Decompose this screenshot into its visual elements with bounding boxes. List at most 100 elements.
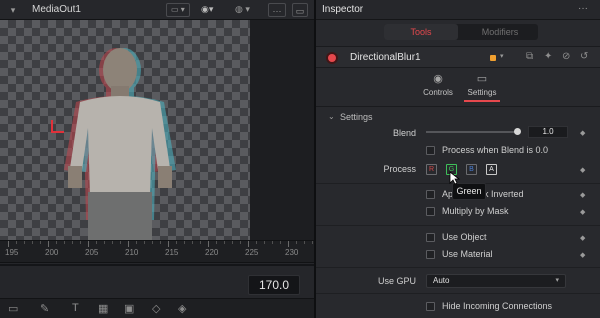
ruler-minor-tick [256, 241, 257, 244]
chevron-down-icon: ▾ [555, 277, 559, 284]
ruler-tick [168, 241, 169, 247]
ruler-minor-tick [280, 241, 281, 244]
blend-label: Blend [392, 128, 416, 138]
pin-icon[interactable]: ✦ [544, 51, 552, 62]
multiply-by-mask-checkbox[interactable] [426, 207, 435, 216]
ruler-tick [248, 241, 249, 247]
section-header-settings[interactable]: Settings [340, 112, 373, 122]
apply-mask-inverted-checkbox[interactable] [426, 190, 435, 199]
viewer-canvas[interactable] [0, 20, 250, 240]
tab-modifiers[interactable]: Modifiers [462, 24, 538, 40]
process-when-blend-checkbox[interactable] [426, 146, 435, 155]
controls-icon: ◉ [433, 73, 443, 85]
roi-dropdown[interactable]: ▭ ▾ [166, 3, 190, 17]
person-image [51, 48, 176, 240]
color-dropdown[interactable]: ◍ ▾ [232, 3, 258, 17]
ruler-minor-tick [144, 241, 145, 244]
node-color-swatch[interactable] [490, 55, 496, 61]
active-tab-indicator [464, 100, 500, 102]
more-options-icon[interactable]: ··· [268, 3, 286, 17]
lock-icon[interactable]: ⊘ [562, 51, 570, 62]
ruler-minor-tick [272, 241, 273, 244]
tooltip: Green [452, 183, 486, 200]
ruler-tick-label: 205 [85, 248, 99, 257]
chevron-down-icon[interactable]: ⌄ [328, 112, 335, 121]
time-ruler[interactable]: 195 200 205 210 215 220 225 230 [0, 240, 314, 262]
divider [316, 267, 600, 268]
process-label: Process [383, 164, 416, 174]
viewer-menu-icon[interactable]: ▾ [6, 3, 20, 17]
hide-incoming-checkbox[interactable] [426, 302, 435, 311]
ruler-minor-tick [16, 241, 17, 244]
ruler-minor-tick [224, 241, 225, 244]
ruler-minor-tick [160, 241, 161, 244]
tab-controls-label: Controls [423, 88, 453, 97]
ruler-minor-tick [32, 241, 33, 244]
merge-tool-icon[interactable]: ◈ [178, 302, 186, 315]
process-when-blend-label: Process when Blend is 0.0 [442, 145, 549, 155]
ruler-tick-label: 210 [125, 248, 139, 257]
tab-controls[interactable]: ◉ Controls [420, 72, 456, 104]
ruler-minor-tick [152, 241, 153, 244]
use-gpu-value: Auto [433, 276, 450, 285]
lut-dropdown[interactable]: ◉▾ [198, 3, 220, 17]
process-alpha-toggle[interactable]: A [486, 164, 497, 175]
ruler-minor-tick [216, 241, 217, 244]
keyframe-icon[interactable]: ◆ [580, 191, 585, 199]
ruler-minor-tick [24, 241, 25, 244]
settings-icon: ▭ [476, 73, 488, 85]
use-gpu-dropdown[interactable]: Auto ▾ [426, 274, 566, 288]
ruler-tick [88, 241, 89, 247]
divider [316, 106, 600, 107]
ruler-minor-tick [176, 241, 177, 244]
ruler-tick [128, 241, 129, 247]
ruler-minor-tick [56, 241, 57, 244]
use-object-checkbox[interactable] [426, 233, 435, 242]
blend-slider[interactable] [426, 131, 518, 133]
keyframe-icon[interactable]: ◆ [580, 129, 585, 137]
reset-icon[interactable]: ↺ [580, 51, 588, 62]
ruler-tick-label: 225 [245, 248, 259, 257]
ruler-minor-tick [72, 241, 73, 244]
ruler-minor-tick [64, 241, 65, 244]
grid-tool-icon[interactable]: ▦ [98, 302, 108, 315]
ruler-minor-tick [80, 241, 81, 244]
paint-tool-icon[interactable]: ✎ [40, 302, 49, 315]
version-icon[interactable]: ⧉ [526, 51, 533, 62]
viewer-empty-area [250, 20, 314, 240]
image-tool-icon[interactable]: ▣ [124, 302, 134, 315]
maximize-icon[interactable]: ▭ [292, 3, 308, 17]
node-header[interactable]: DirectionalBlur1 ▾ [316, 46, 600, 68]
chevron-down-icon[interactable]: ▾ [500, 52, 504, 60]
inspector-mode-tabs: Tools Modifiers [384, 24, 538, 40]
background-tool-icon[interactable]: ▭ [8, 302, 18, 315]
ruler-minor-tick [96, 241, 97, 244]
process-red-toggle[interactable]: R [426, 164, 437, 175]
ruler-minor-tick [40, 241, 41, 244]
ruler-minor-tick [304, 241, 305, 244]
use-gpu-label: Use GPU [377, 276, 416, 286]
keyframe-icon[interactable]: ◆ [580, 234, 585, 242]
mouse-cursor-icon [449, 171, 461, 185]
node-enable-toggle[interactable] [328, 54, 336, 62]
tab-tools[interactable]: Tools [384, 24, 458, 40]
blend-slider-handle[interactable] [514, 128, 521, 135]
keyframe-icon[interactable]: ◆ [580, 208, 585, 216]
ruler-tick [8, 241, 9, 247]
keyframe-icon[interactable]: ◆ [580, 166, 585, 174]
blend-value-field[interactable]: 1.0 [528, 126, 568, 138]
scrub-track[interactable] [0, 264, 314, 266]
current-time-field[interactable]: 170.0 [248, 275, 300, 295]
shape-tool-icon[interactable]: ◇ [152, 302, 160, 315]
viewer-panel: ▾ MediaOut1 ▭ ▾ ◉▾ ◍ ▾ ··· ▭ 195 200 205… [0, 0, 314, 318]
use-material-checkbox[interactable] [426, 250, 435, 259]
process-blue-toggle[interactable]: B [466, 164, 477, 175]
more-options-icon[interactable]: ··· [578, 3, 588, 14]
text-tool-icon[interactable]: T [72, 302, 79, 314]
inspector-title: Inspector [322, 4, 364, 15]
ruler-tick-label: 230 [285, 248, 299, 257]
use-material-label: Use Material [442, 249, 493, 259]
ruler-minor-tick [136, 241, 137, 244]
keyframe-icon[interactable]: ◆ [580, 251, 585, 259]
ruler-minor-tick [192, 241, 193, 244]
